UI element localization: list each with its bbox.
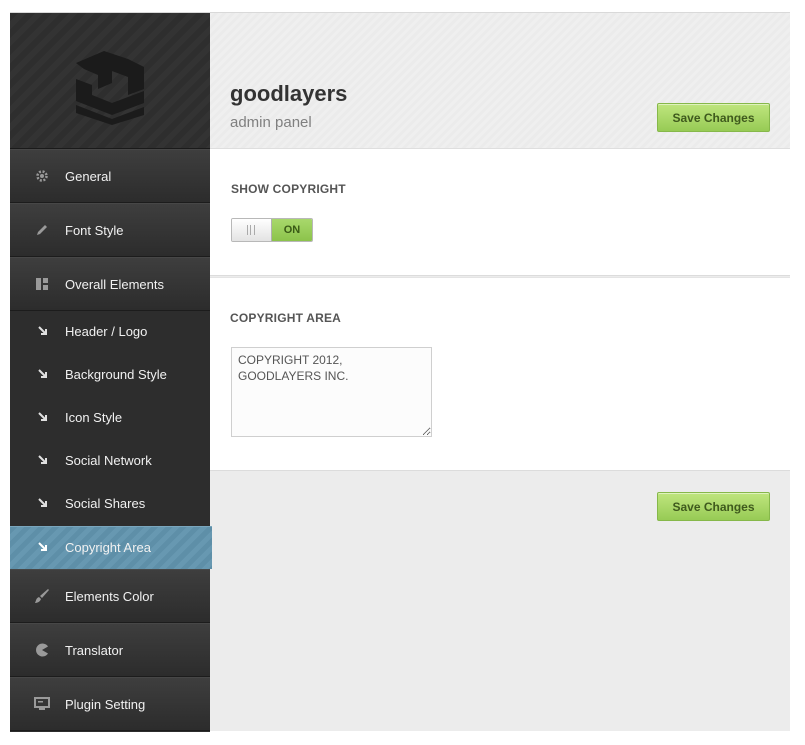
sidebar-subitem-label: Icon Style — [65, 410, 123, 425]
brush-icon — [34, 588, 50, 604]
header: goodlayers admin panel Save Changes — [210, 13, 790, 149]
show-copyright-section: SHOW COPYRIGHT ON — [210, 149, 790, 276]
copyright-area-section: COPYRIGHT AREA COPYRIGHT 2012, GOODLAYER… — [210, 277, 790, 471]
arrow-down-right-icon — [38, 369, 47, 378]
logo-area — [10, 13, 210, 149]
sidebar-subitem-copyright-area[interactable]: Copyright Area — [10, 526, 212, 569]
sidebar-item-label: Elements Color — [65, 589, 154, 604]
sidebar-item-label: Font Style — [65, 223, 124, 238]
show-copyright-toggle[interactable]: ON — [231, 218, 313, 242]
sidebar-subitem-social-network[interactable]: Social Network — [10, 440, 210, 483]
sidebar-subitem-label: Header / Logo — [65, 324, 148, 339]
arrow-down-right-icon — [38, 326, 47, 335]
save-button-top[interactable]: Save Changes — [657, 103, 770, 132]
sidebar-item-font-style[interactable]: Font Style — [10, 203, 210, 257]
sidebar-subitem-header-logo[interactable]: Header / Logo — [10, 311, 210, 354]
sidebar-subitem-label: Background Style — [65, 367, 167, 382]
sidebar-item-elements-color[interactable]: Elements Color — [10, 569, 210, 623]
grip-icon — [247, 225, 255, 235]
section-title: SHOW COPYRIGHT — [231, 182, 346, 196]
pacman-icon — [34, 642, 50, 658]
sidebar-item-general[interactable]: General — [10, 149, 210, 203]
gear-icon — [34, 168, 50, 184]
sidebar-subitem-icon-style[interactable]: Icon Style — [10, 397, 210, 440]
page-subtitle: admin panel — [230, 114, 312, 131]
arrow-down-right-icon — [38, 542, 47, 551]
pencil-icon — [34, 222, 50, 238]
sidebar-subitem-social-shares[interactable]: Social Shares — [10, 483, 210, 526]
sidebar: General Font Style Overall Elements Head… — [10, 13, 212, 732]
sidebar-subitem-background-style[interactable]: Background Style — [10, 354, 210, 397]
section-title: COPYRIGHT AREA — [230, 311, 342, 325]
toggle-state-label: ON — [272, 219, 312, 241]
arrow-down-right-icon — [38, 412, 47, 421]
admin-frame: General Font Style Overall Elements Head… — [10, 12, 790, 732]
toggle-knob — [232, 219, 272, 241]
layout-icon — [34, 276, 50, 292]
sidebar-item-translator[interactable]: Translator — [10, 623, 210, 677]
monitor-icon — [34, 696, 50, 712]
sidebar-subitem-label: Social Network — [65, 453, 152, 468]
goodlayers-logo-icon — [76, 51, 144, 125]
copyright-text-input[interactable]: COPYRIGHT 2012, GOODLAYERS INC. — [231, 347, 432, 437]
sidebar-item-label: Overall Elements — [65, 277, 164, 292]
main-content: goodlayers admin panel Save Changes SHOW… — [210, 13, 790, 732]
arrow-down-right-icon — [38, 498, 47, 507]
sidebar-item-label: Plugin Setting — [65, 697, 146, 712]
sidebar-item-label: Translator — [65, 643, 124, 658]
sidebar-item-label: General — [65, 169, 112, 184]
sidebar-subitem-label: Copyright Area — [65, 540, 151, 555]
sidebar-subitem-label: Social Shares — [65, 496, 146, 511]
save-button-bottom[interactable]: Save Changes — [657, 492, 770, 521]
page-title: goodlayers — [230, 81, 348, 106]
arrow-down-right-icon — [38, 455, 47, 464]
sidebar-item-overall-elements[interactable]: Overall Elements — [10, 257, 210, 311]
sidebar-item-plugin-setting[interactable]: Plugin Setting — [10, 677, 210, 731]
